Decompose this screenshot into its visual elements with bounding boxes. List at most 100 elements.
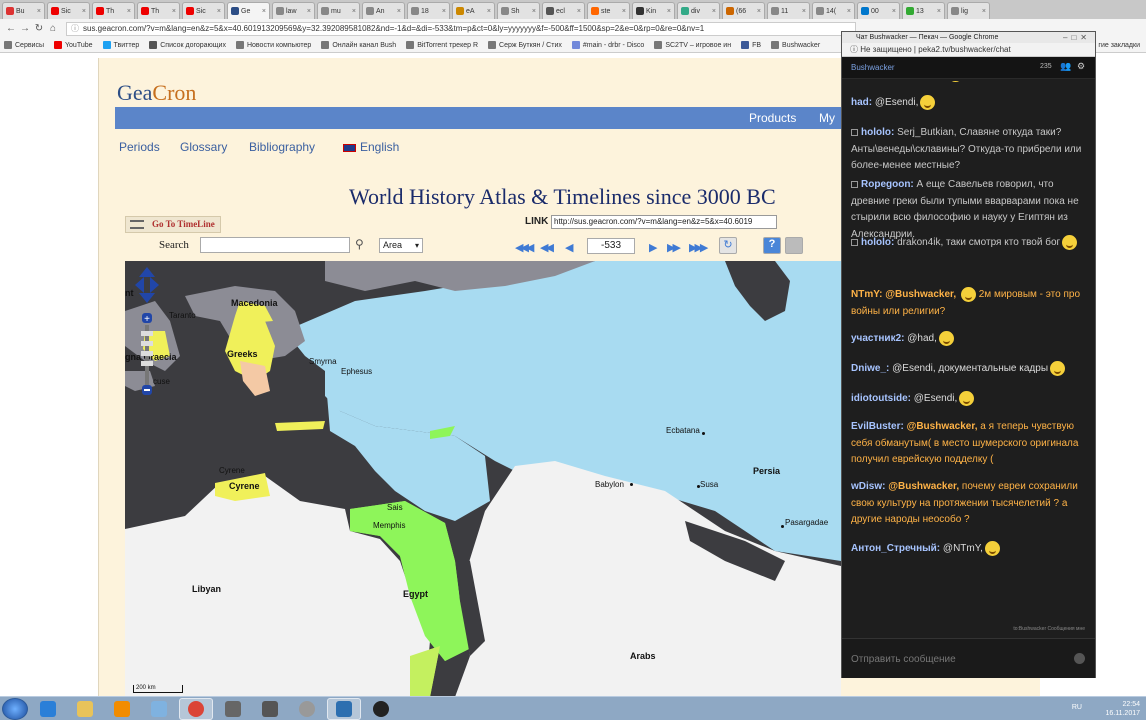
bookmark-item[interactable]: SC2TV – игровое ин xyxy=(654,41,731,49)
nav-bibliography[interactable]: Bibliography xyxy=(249,140,315,154)
taskbar-app-ie[interactable] xyxy=(31,698,65,720)
jump-back-icon[interactable]: ◀◀ xyxy=(540,241,554,254)
browser-tab[interactable]: ste × xyxy=(587,2,630,19)
bookmark-item[interactable]: FB xyxy=(741,41,761,49)
history-map[interactable]: Macedonia Taranto Greeks gna Graecia cus… xyxy=(125,261,841,697)
search-icon[interactable]: ⚲ xyxy=(355,237,364,251)
tab-close-icon[interactable]: × xyxy=(172,8,176,15)
taskbar-app-app1[interactable] xyxy=(216,698,250,720)
menu-my[interactable]: My xyxy=(819,111,835,125)
bookmark-item[interactable]: Онлайн канал Bush xyxy=(321,41,396,49)
tab-close-icon[interactable]: × xyxy=(487,8,491,15)
browser-tab[interactable]: Th × xyxy=(137,2,180,19)
tab-close-icon[interactable]: × xyxy=(217,8,221,15)
search-input[interactable] xyxy=(200,237,350,253)
map-zoom-control[interactable]: + xyxy=(135,267,159,397)
bookmark-item[interactable]: #main - drbr - Disco xyxy=(571,41,644,49)
tab-close-icon[interactable]: × xyxy=(37,8,41,15)
browser-tab[interactable]: eA × xyxy=(452,2,495,19)
chat-url[interactable]: peka2.tv/bushwacker/chat xyxy=(918,45,1011,54)
tab-close-icon[interactable]: × xyxy=(397,8,401,15)
browser-tab[interactable]: 13 × xyxy=(902,2,945,19)
browser-tab[interactable]: 18 × xyxy=(407,2,450,19)
chat-username[interactable]: NTmY: xyxy=(851,289,882,300)
browser-tab[interactable]: An × xyxy=(362,2,405,19)
smile-picker-icon[interactable] xyxy=(1074,653,1085,664)
window-controls[interactable]: –□✕ xyxy=(1063,32,1091,43)
back-icon[interactable]: ← xyxy=(4,23,18,34)
language-indicator[interactable]: RU xyxy=(1072,704,1082,711)
chat-username[interactable]: Dniwe_: xyxy=(851,363,889,374)
chat-username[interactable]: had: xyxy=(851,97,872,108)
tab-close-icon[interactable]: × xyxy=(442,8,446,15)
year-input[interactable]: -533 xyxy=(587,238,635,254)
browser-tab[interactable]: ecl × xyxy=(542,2,585,19)
url-field[interactable]: ⓘ sus.geacron.com/?v=m&lang=en&z=5&x=40.… xyxy=(66,21,856,36)
chat-username[interactable]: участник2: xyxy=(851,333,904,344)
chat-username[interactable]: Ropegoon: xyxy=(861,179,914,190)
taskbar-app-obs[interactable] xyxy=(364,698,398,720)
browser-tab[interactable]: Ge × xyxy=(227,2,270,19)
help-icon[interactable]: ? xyxy=(763,237,781,254)
taskbar-app-app2[interactable] xyxy=(253,698,287,720)
taskbar-app-app4[interactable] xyxy=(327,697,361,720)
home-icon[interactable]: ⌂ xyxy=(46,23,60,34)
tab-close-icon[interactable]: × xyxy=(982,8,986,15)
browser-tab[interactable]: Sic × xyxy=(47,2,90,19)
browser-tab[interactable]: 14(× xyxy=(812,2,855,19)
chat-input[interactable]: Отправить сообщение xyxy=(842,638,1095,678)
browser-tab[interactable]: law × xyxy=(272,2,315,19)
start-button[interactable] xyxy=(2,697,28,720)
tab-close-icon[interactable]: × xyxy=(352,8,356,15)
browser-tab[interactable]: mu × xyxy=(317,2,360,19)
other-bookmarks[interactable]: гие закладки xyxy=(1098,42,1146,49)
bookmark-item[interactable]: Сервисы xyxy=(4,41,44,49)
settings-gear-icon[interactable]: ⚙ xyxy=(1077,61,1085,72)
clock[interactable]: 22:54 16.11.2017 xyxy=(1105,700,1140,718)
bookmark-item[interactable]: Новости компьютер xyxy=(235,41,311,49)
link-field[interactable]: http://sus.geacron.com/?v=m&lang=en&z=5&… xyxy=(551,215,777,229)
users-icon[interactable]: 👥 xyxy=(1060,61,1071,72)
tab-close-icon[interactable]: × xyxy=(757,8,761,15)
bookmark-item[interactable]: Твиттер xyxy=(102,41,139,49)
chat-username[interactable]: idiotoutside: xyxy=(851,393,911,404)
browser-tab[interactable]: (66 × xyxy=(722,2,765,19)
chat-footer-links[interactable]: to:Bushwacker Сообщения мне xyxy=(842,626,1095,638)
taskbar-app-app3[interactable] xyxy=(290,698,324,720)
bookmark-item[interactable]: Bushwacker xyxy=(771,41,820,49)
taskbar-app-explorer[interactable] xyxy=(68,698,102,720)
tab-close-icon[interactable]: × xyxy=(127,8,131,15)
chat-username[interactable]: hololo: xyxy=(861,237,894,248)
nav-glossary[interactable]: Glossary xyxy=(180,140,227,154)
browser-tab[interactable]: div × xyxy=(677,2,720,19)
taskbar-app-chrome[interactable] xyxy=(179,697,213,720)
taskbar-app-media[interactable] xyxy=(105,698,139,720)
nav-language[interactable]: English xyxy=(343,140,399,154)
bookmark-item[interactable]: BitTorrent трекер R xyxy=(406,41,478,49)
browser-tab[interactable]: Bu × xyxy=(2,2,45,19)
jump-back-far-icon[interactable]: ◀◀◀ xyxy=(515,241,534,254)
step-back-icon[interactable]: ◀ xyxy=(565,241,574,254)
tab-close-icon[interactable]: × xyxy=(622,8,626,15)
bookmark-item[interactable]: YouTube xyxy=(54,41,93,49)
tab-close-icon[interactable]: × xyxy=(577,8,581,15)
browser-tab[interactable]: Sh × xyxy=(497,2,540,19)
site-logo[interactable]: GeaCron xyxy=(117,80,196,106)
refresh-button[interactable]: ↻ xyxy=(719,237,737,254)
tab-close-icon[interactable]: × xyxy=(712,8,716,15)
browser-tab[interactable]: Th × xyxy=(92,2,135,19)
tab-close-icon[interactable]: × xyxy=(307,8,311,15)
browser-tab[interactable]: 00 × xyxy=(857,2,900,19)
forward-icon[interactable]: → xyxy=(18,23,32,34)
chat-username[interactable]: wDisw: xyxy=(851,481,885,492)
area-select[interactable]: Area xyxy=(379,238,423,253)
chat-username[interactable]: EvilBuster: xyxy=(851,421,904,432)
chat-username[interactable]: hololo: xyxy=(861,127,894,138)
tab-close-icon[interactable]: × xyxy=(532,8,536,15)
bookmark-item[interactable]: Серж Буткян / Стих xyxy=(488,41,562,49)
nav-periods[interactable]: Periods xyxy=(119,140,160,154)
browser-tab[interactable]: 11 × xyxy=(767,2,810,19)
bookmark-item[interactable]: Список догорающих xyxy=(149,41,226,49)
tab-close-icon[interactable]: × xyxy=(847,8,851,15)
tab-close-icon[interactable]: × xyxy=(262,8,266,15)
